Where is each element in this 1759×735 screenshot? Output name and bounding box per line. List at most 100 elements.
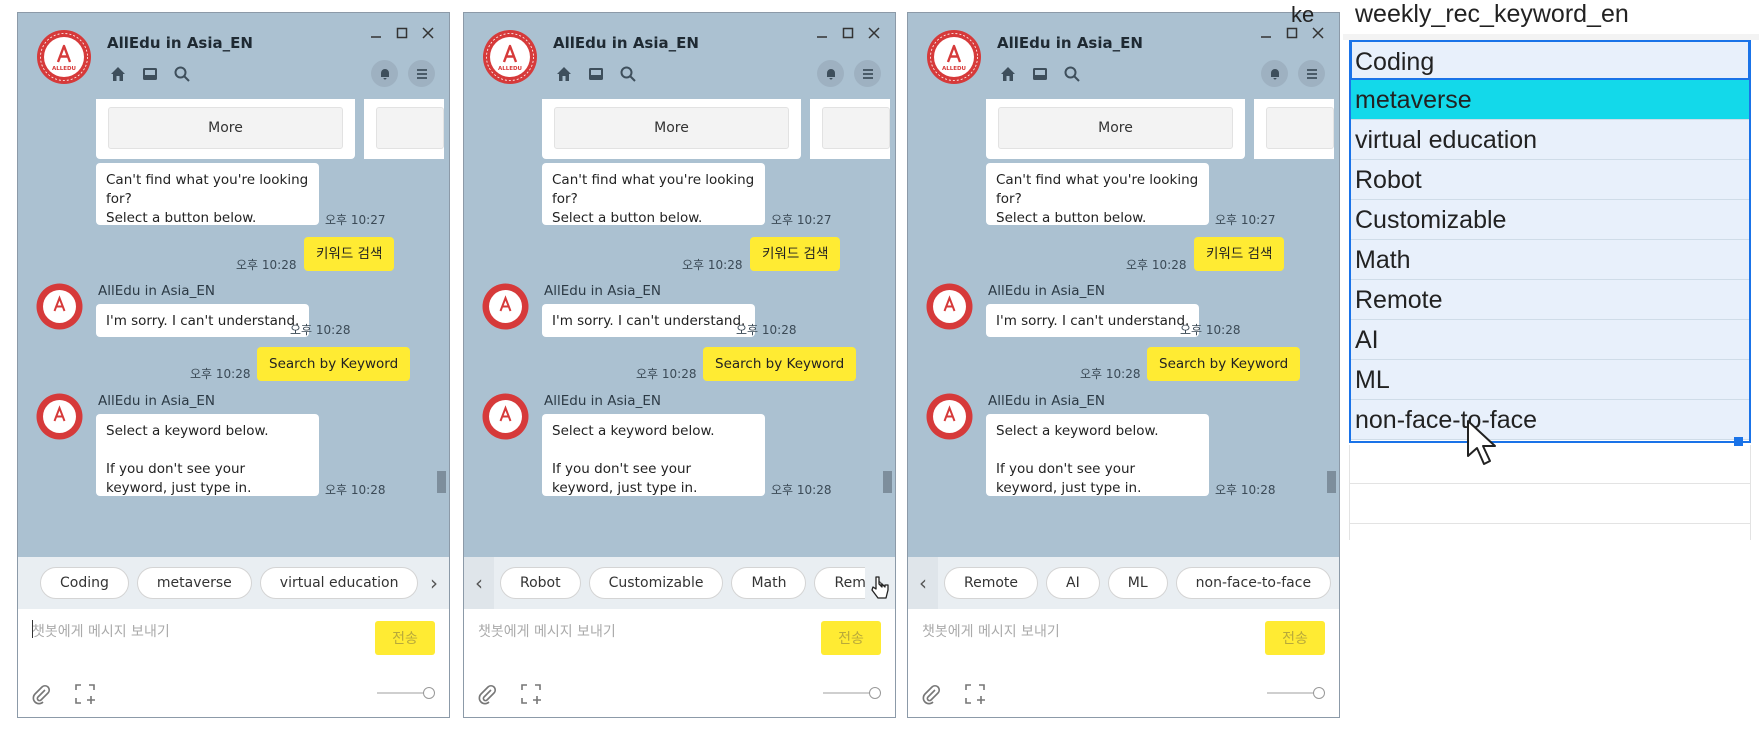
column-header-cell[interactable]: weekly_rec_keyword_en	[1343, 0, 1759, 35]
menu-icon[interactable]	[408, 60, 435, 87]
message-time: 오후 10:28	[290, 323, 351, 337]
maximize-icon[interactable]	[395, 25, 409, 41]
message-time: 오후 10:28	[771, 483, 832, 497]
bot-message-sorry: I'm sorry. I can't understand.	[96, 304, 310, 337]
keyword-cell[interactable]: metaverse	[1350, 80, 1750, 120]
search-icon[interactable]	[617, 63, 639, 85]
bot-name: AllEdu in Asia_EN	[544, 283, 661, 299]
keyword-chip[interactable]: Coding	[40, 567, 129, 599]
carousel-card-next	[810, 99, 890, 159]
chat-window: ALLEDU AllEdu in Asia_EN More Can't find…	[17, 12, 450, 718]
bell-icon[interactable]	[1261, 60, 1288, 87]
keyword-cell[interactable]: Customizable	[1350, 200, 1750, 240]
keyword-chip[interactable]: virtual education	[259, 567, 419, 599]
screen-capture-icon[interactable]	[964, 683, 988, 707]
keyword-cell[interactable]: non-face-to-face	[1350, 400, 1750, 440]
inbox-icon[interactable]	[1029, 63, 1051, 85]
screen-capture-icon[interactable]	[74, 683, 98, 707]
more-button[interactable]: More	[554, 107, 789, 149]
close-icon[interactable]	[867, 25, 881, 41]
chat-window: ALLEDU AllEdu in Asia_EN More Can't find…	[463, 12, 896, 718]
bot-message-sorry: I'm sorry. I can't understand.	[542, 304, 756, 337]
bot-name: AllEdu in Asia_EN	[988, 393, 1105, 409]
carousel-card: More	[542, 99, 801, 159]
keyword-chip[interactable]: Robot	[500, 567, 581, 599]
inbox-icon[interactable]	[139, 63, 161, 85]
carousel-card-next	[364, 99, 444, 159]
empty-row[interactable]	[1350, 443, 1750, 484]
message-time: 오후 10:27	[1215, 213, 1276, 227]
message-input-area[interactable]: 챗봇에게 메시지 보내기 전송	[908, 609, 1339, 717]
send-button[interactable]: 전송	[1265, 621, 1325, 655]
minimize-icon[interactable]	[369, 25, 383, 41]
paperclip-icon[interactable]	[30, 683, 54, 707]
keyword-cell[interactable]: Math	[1350, 240, 1750, 280]
chevron-left-icon[interactable]: ‹	[464, 557, 494, 609]
inbox-icon[interactable]	[585, 63, 607, 85]
hand-pointer-icon	[871, 576, 889, 599]
chat-scrollbar[interactable]	[883, 471, 892, 493]
bell-icon[interactable]	[817, 60, 844, 87]
keyword-chip[interactable]: metaverse	[136, 567, 252, 599]
empty-row[interactable]	[1350, 483, 1750, 524]
bell-icon[interactable]	[371, 60, 398, 87]
message-input-area[interactable]: 챗봇에게 메시지 보내기 전송	[464, 609, 895, 717]
chat-scrollbar[interactable]	[437, 471, 446, 493]
home-icon[interactable]	[107, 63, 129, 85]
keyword-chip[interactable]: Math	[731, 567, 807, 599]
menu-icon[interactable]	[1298, 60, 1325, 87]
keyword-cell[interactable]: Coding	[1350, 40, 1750, 80]
fill-handle[interactable]	[1734, 437, 1743, 446]
keyword-chip[interactable]: non-face-to-face	[1175, 567, 1332, 599]
message-input-area[interactable]: 챗봇에게 메시지 보내기 전송	[18, 609, 449, 717]
menu-icon[interactable]	[854, 60, 881, 87]
search-icon[interactable]	[1061, 63, 1083, 85]
opacity-slider[interactable]	[377, 687, 435, 699]
keyword-cell[interactable]: ML	[1350, 360, 1750, 400]
svg-text:ALLEDU: ALLEDU	[52, 66, 76, 72]
close-icon[interactable]	[421, 25, 435, 41]
send-button[interactable]: 전송	[821, 621, 881, 655]
more-button[interactable]: More	[998, 107, 1233, 149]
message-input[interactable]: 챗봇에게 메시지 보내기	[32, 621, 170, 641]
minimize-icon[interactable]	[815, 25, 829, 41]
bot-message-cant-find: Can't find what you're looking for? Sele…	[542, 163, 765, 226]
keyword-chip[interactable]: Customizable	[588, 567, 724, 599]
minimize-icon[interactable]	[1259, 25, 1273, 41]
carousel-card-next	[1254, 99, 1334, 159]
paperclip-icon[interactable]	[920, 683, 944, 707]
keyword-chip[interactable]: ML	[1107, 567, 1168, 599]
user-message-keyword-search: 키워드 검색	[304, 237, 395, 271]
message-time: 오후 10:28	[325, 483, 386, 497]
message-time: 오후 10:28	[1126, 258, 1187, 272]
opacity-slider[interactable]	[823, 687, 881, 699]
home-icon[interactable]	[997, 63, 1019, 85]
chevron-right-icon[interactable]: ›	[419, 557, 449, 609]
chevron-left-icon[interactable]: ‹	[908, 557, 938, 609]
keyword-cell[interactable]: AI	[1350, 320, 1750, 360]
keyword-cell[interactable]: Robot	[1350, 160, 1750, 200]
message-input[interactable]: 챗봇에게 메시지 보내기	[922, 621, 1060, 641]
keyword-cell[interactable]: virtual education	[1350, 120, 1750, 160]
home-icon[interactable]	[553, 63, 575, 85]
alledu-logo: ALLEDU	[37, 30, 91, 84]
message-time: 오후 10:28	[636, 367, 697, 381]
message-input[interactable]: 챗봇에게 메시지 보내기	[478, 621, 616, 641]
keyword-cell[interactable]: Remote	[1350, 280, 1750, 320]
more-button[interactable]: More	[108, 107, 343, 149]
keyword-chip[interactable]: Remote	[944, 567, 1039, 599]
bot-message-sorry: I'm sorry. I can't understand.	[986, 304, 1200, 337]
chat-scrollbar[interactable]	[1327, 471, 1336, 493]
maximize-icon[interactable]	[841, 25, 855, 41]
keyword-chip[interactable]: AI	[1046, 567, 1100, 599]
screen-capture-icon[interactable]	[520, 683, 544, 707]
alledu-logo: ALLEDU	[483, 30, 537, 84]
opacity-slider[interactable]	[1267, 687, 1325, 699]
svg-text:ALLEDU: ALLEDU	[942, 66, 966, 72]
send-button[interactable]: 전송	[375, 621, 435, 655]
search-icon[interactable]	[171, 63, 193, 85]
user-message-search-by-keyword: Search by Keyword	[257, 347, 411, 381]
bot-avatar	[926, 283, 973, 330]
bot-message-select-keyword: Select a keyword below. If you don't see…	[542, 414, 765, 496]
paperclip-icon[interactable]	[476, 683, 500, 707]
